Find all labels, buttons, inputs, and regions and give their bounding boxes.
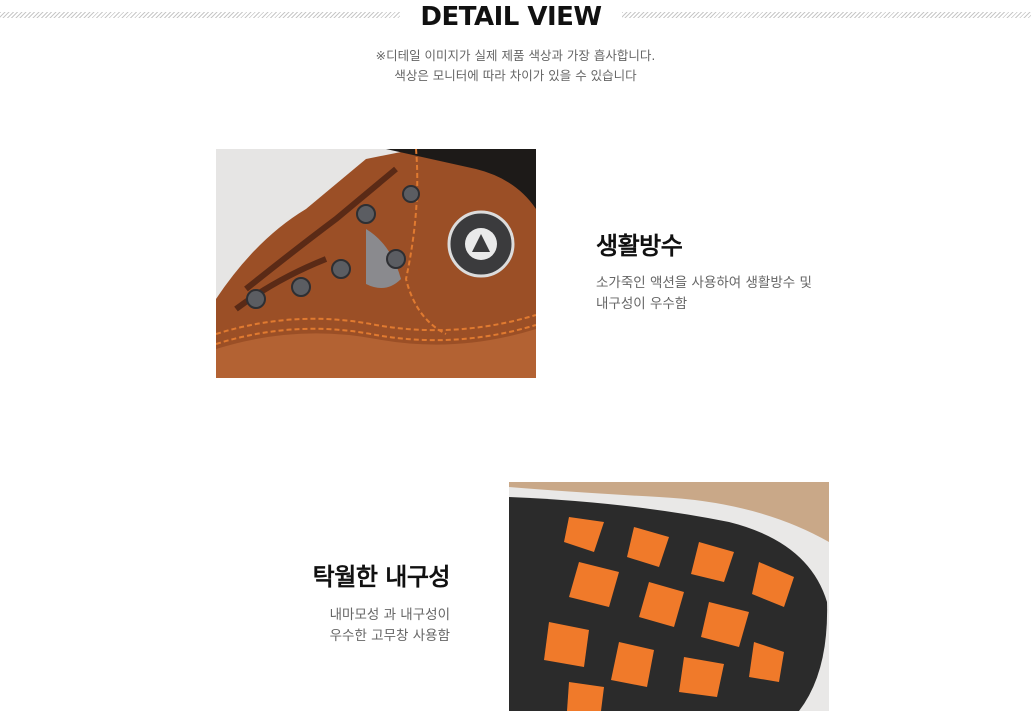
- color-notice: ※디테일 이미지가 실제 제품 색상과 가장 흡사합니다. 색상은 모니터에 따…: [0, 46, 1031, 86]
- feature-title-waterproof: 생활방수: [596, 232, 683, 260]
- section-header: DETAIL VIEW: [0, 0, 1031, 40]
- feature-desc-line: 우수한 고무창 사용함: [329, 628, 450, 644]
- feature-desc-line: 내구성이 우수함: [596, 296, 688, 312]
- feature-description-durability: 내마모성 과 내구성이 우수한 고무창 사용함: [250, 605, 450, 647]
- feature-title-durability: 탁월한 내구성: [312, 563, 451, 591]
- notice-line-1: ※디테일 이미지가 실제 제품 색상과 가장 흡사합니다.: [375, 48, 656, 63]
- feature-description-waterproof: 소가죽인 액션을 사용하여 생활방수 및 내구성이 우수함: [596, 273, 856, 315]
- feature-desc-line: 소가죽인 액션을 사용하여 생활방수 및: [596, 275, 812, 291]
- notice-line-2: 색상은 모니터에 따라 차이가 있을 수 있습니다: [394, 68, 637, 83]
- feature-desc-line: 내마모성 과 내구성이: [329, 607, 450, 623]
- header-divider-left: [0, 12, 400, 18]
- boot-outsole-photo: [509, 482, 829, 711]
- boot-leather-closeup-photo: [216, 149, 536, 378]
- header-divider-right: [622, 12, 1031, 18]
- section-title: DETAIL VIEW: [420, 2, 602, 32]
